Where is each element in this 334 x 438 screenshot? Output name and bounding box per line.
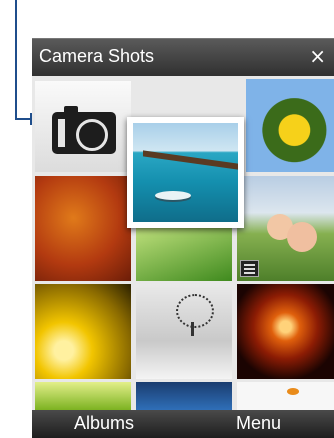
snow-tree-photo-tile[interactable] bbox=[136, 284, 232, 379]
sunflower-photo-tile[interactable] bbox=[246, 79, 334, 172]
family-photo-tile[interactable] bbox=[237, 176, 334, 281]
pier-photo-tile-selected[interactable] bbox=[127, 117, 244, 228]
callout-line bbox=[15, 0, 17, 120]
window-title: Camera Shots bbox=[39, 46, 155, 66]
blue-photo-tile[interactable] bbox=[136, 382, 232, 410]
softkey-bar: Albums Menu bbox=[32, 410, 334, 438]
photo-grid bbox=[32, 76, 334, 410]
title-bar: Camera Shots × bbox=[32, 38, 334, 77]
albums-softkey[interactable]: Albums bbox=[74, 413, 134, 434]
menu-softkey[interactable]: Menu bbox=[236, 413, 281, 434]
camera-launcher-tile[interactable] bbox=[35, 81, 131, 172]
green-photo-tile[interactable] bbox=[35, 382, 131, 410]
camera-shots-window: Camera Shots × Albums Menu bbox=[32, 38, 334, 438]
goldfish-photo-tile[interactable] bbox=[237, 382, 334, 410]
autumn-leaf-photo-tile[interactable] bbox=[35, 176, 131, 281]
video-clip-icon bbox=[240, 260, 259, 277]
camera-icon bbox=[52, 106, 118, 156]
yellow-flower-photo-tile[interactable] bbox=[35, 284, 131, 379]
close-icon[interactable]: × bbox=[309, 44, 326, 68]
flame-art-photo-tile[interactable] bbox=[237, 284, 334, 379]
